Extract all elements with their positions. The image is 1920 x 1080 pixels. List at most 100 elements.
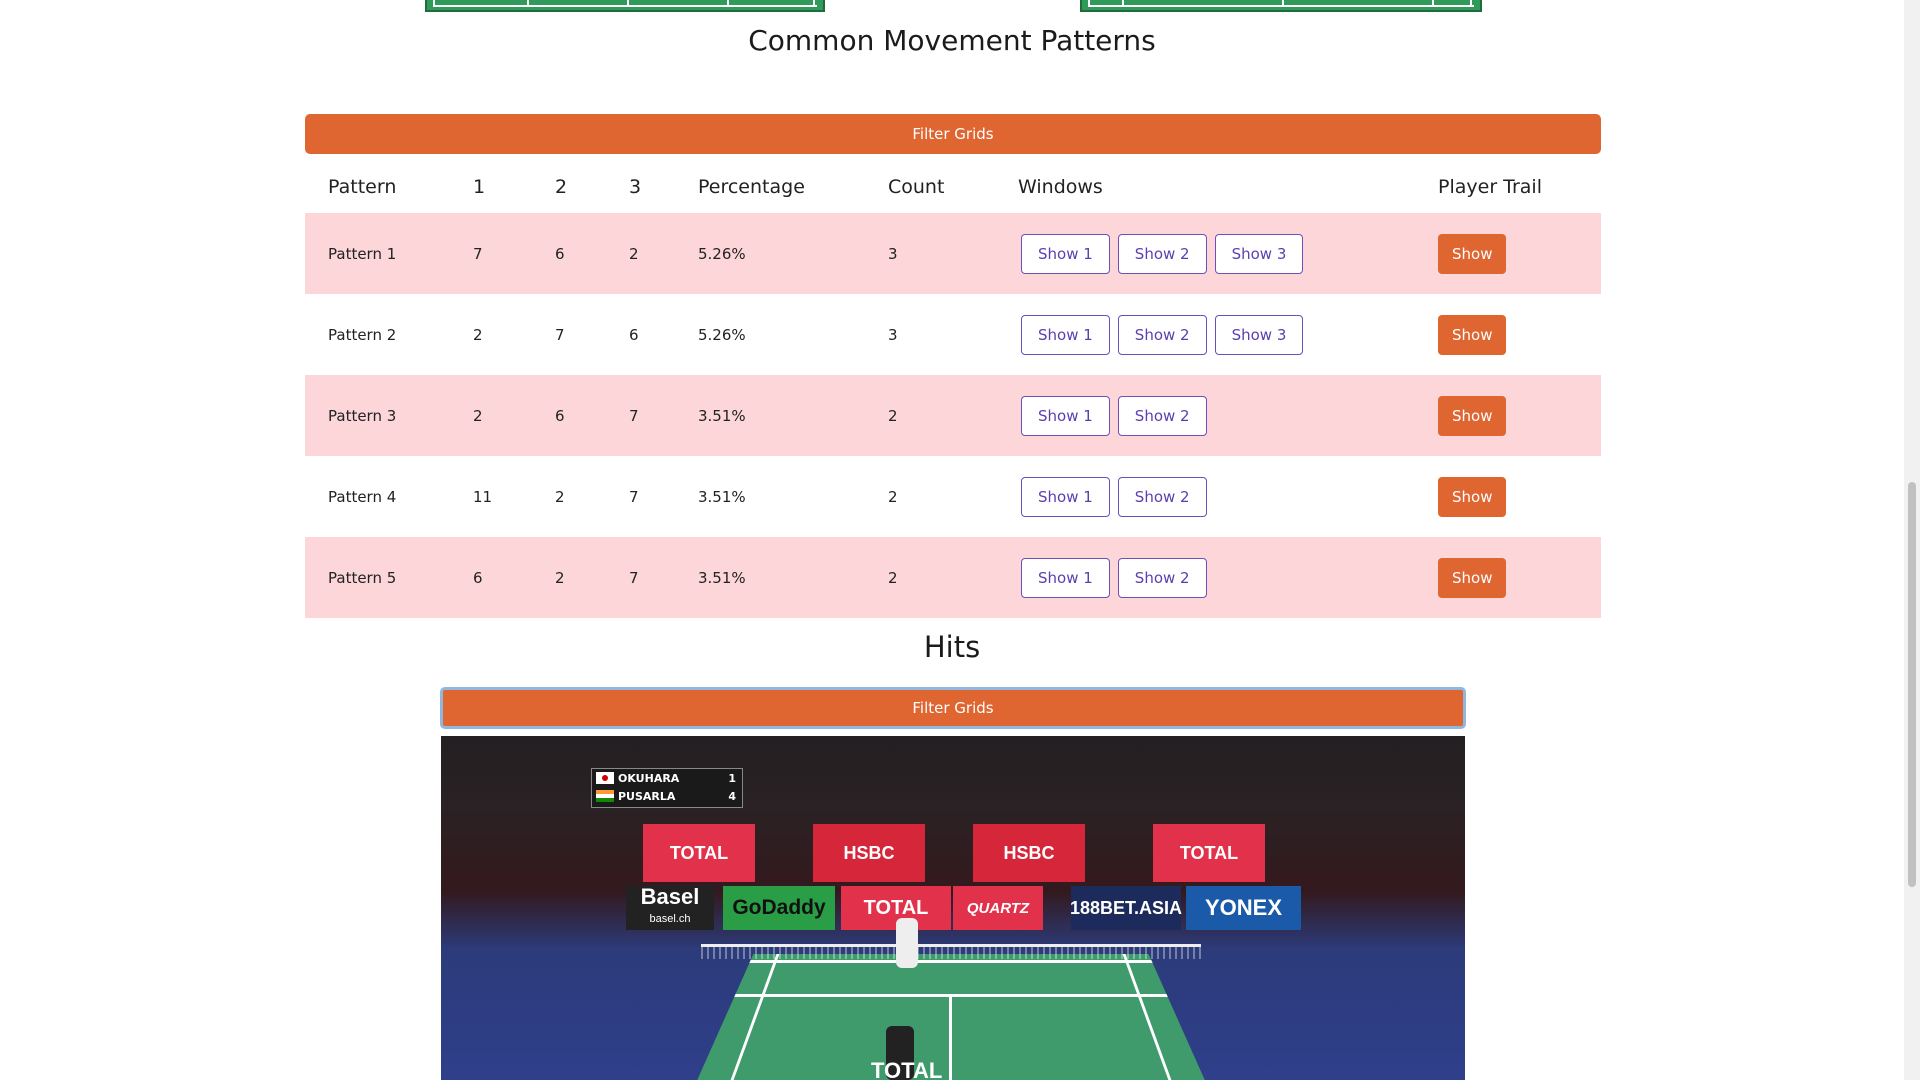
pattern-zone-1-cell: 7 <box>473 213 555 294</box>
pattern-zone-2-cell: 2 <box>555 456 629 537</box>
player-trail-cell: Show <box>1438 537 1601 618</box>
ad-hsbc-board: HSBC <box>813 824 925 882</box>
header-count: Count <box>888 175 945 198</box>
scoreboard-row-1: OKUHARA 1 <box>592 769 742 787</box>
count-cell: 2 <box>888 375 1018 456</box>
match-video[interactable]: OKUHARA 1 PUSARLA 4 TOTAL HSBC HSBC TOTA… <box>441 736 1465 1080</box>
court-grid-right <box>1080 0 1482 12</box>
hits-section-title: Hits <box>923 630 981 664</box>
show-player-trail-button[interactable]: Show <box>1438 395 1507 436</box>
count-cell: 2 <box>888 456 1018 537</box>
header-percentage: Percentage <box>698 175 805 198</box>
show-window-3-button[interactable]: Show 3 <box>1214 233 1304 274</box>
patterns-section-title: Common Movement Patterns <box>748 24 1156 57</box>
pattern-name-cell: Pattern 5 <box>305 537 473 618</box>
court-floor-total-logo: TOTAL <box>871 1058 943 1080</box>
ad-basel-text: Basel <box>640 884 700 909</box>
show-window-2-button[interactable]: Show 2 <box>1117 314 1207 355</box>
windows-cell: Show 1 Show 2 Show 3 <box>1018 294 1438 375</box>
windows-cell: Show 1 Show 2 <box>1018 375 1438 456</box>
show-window-1-button[interactable]: Show 1 <box>1021 395 1110 436</box>
player-trail-cell: Show <box>1438 375 1601 456</box>
percentage-cell: 5.26% <box>698 213 888 294</box>
show-window-1-button[interactable]: Show 1 <box>1021 314 1110 355</box>
pattern-zone-3-cell: 7 <box>629 537 698 618</box>
badminton-net <box>701 944 1201 959</box>
ad-quartz-strip: QUARTZ <box>953 886 1043 930</box>
pattern-zone-3-cell: 7 <box>629 456 698 537</box>
pattern-name-cell: Pattern 3 <box>305 375 473 456</box>
show-window-2-button[interactable]: Show 2 <box>1117 233 1207 274</box>
filter-grids-button[interactable]: Filter Grids <box>305 114 1601 154</box>
table-row: Pattern 2 2 7 6 5.26% 3 Show 1 Show 2 Show 3 Show <box>305 294 1601 375</box>
show-player-trail-button[interactable]: Show <box>1438 314 1507 355</box>
japan-flag-icon <box>596 772 614 784</box>
count-cell: 2 <box>888 537 1018 618</box>
header-player-trail: Player Trail <box>1438 175 1542 198</box>
header-pattern: Pattern <box>328 175 397 198</box>
pattern-zone-3-cell: 2 <box>629 213 698 294</box>
pattern-name-cell: Pattern 4 <box>305 456 473 537</box>
player-name: PUSARLA <box>618 789 676 803</box>
show-window-2-button[interactable]: Show 2 <box>1117 476 1207 517</box>
show-window-3-button[interactable]: Show 3 <box>1214 314 1304 355</box>
show-player-trail-button[interactable]: Show <box>1438 476 1507 517</box>
show-window-1-button[interactable]: Show 1 <box>1021 476 1110 517</box>
show-window-2-button[interactable]: Show 2 <box>1117 395 1207 436</box>
header-1: 1 <box>473 175 486 198</box>
table-row: Pattern 4 11 2 7 3.51% 2 Show 1 Show 2 Show <box>305 456 1601 537</box>
ad-total-board: TOTAL <box>1153 824 1265 882</box>
count-cell: 3 <box>888 213 1018 294</box>
table-row: Pattern 1 7 6 2 5.26% 3 Show 1 Show 2 Show 3 Show <box>305 213 1601 294</box>
show-player-trail-button[interactable]: Show <box>1438 557 1507 598</box>
pattern-zone-3-cell: 7 <box>629 375 698 456</box>
header-3: 3 <box>629 175 642 198</box>
pattern-name-cell: Pattern 2 <box>305 294 473 375</box>
windows-cell: Show 1 Show 2 Show 3 <box>1018 213 1438 294</box>
pattern-zone-2-cell: 2 <box>555 537 629 618</box>
ad-hsbc-board: HSBC <box>973 824 1085 882</box>
hits-filter-grids-button[interactable]: Filter Grids <box>440 687 1466 729</box>
show-window-1-button[interactable]: Show 1 <box>1021 557 1110 598</box>
show-player-trail-button[interactable]: Show <box>1438 233 1507 274</box>
percentage-cell: 3.51% <box>698 537 888 618</box>
table-row: Pattern 5 6 2 7 3.51% 2 Show 1 Show 2 Show <box>305 537 1601 618</box>
ad-total-board: TOTAL <box>643 824 755 882</box>
badminton-court <box>691 954 1211 1080</box>
player-far <box>896 918 918 968</box>
ad-188bet-board: 188BET.ASIA <box>1070 886 1182 930</box>
table-row: Pattern 3 2 6 7 3.51% 2 Show 1 Show 2 Show <box>305 375 1601 456</box>
ad-basel-board: Basel basel.ch <box>626 886 714 930</box>
player-trail-cell: Show <box>1438 294 1601 375</box>
scoreboard: OKUHARA 1 PUSARLA 4 <box>591 768 743 808</box>
percentage-cell: 3.51% <box>698 456 888 537</box>
patterns-table: Pattern 1 2 3 Percentage Count Windows P… <box>305 160 1601 618</box>
count-cell: 3 <box>888 294 1018 375</box>
player-score: 4 <box>728 789 736 803</box>
windows-cell: Show 1 Show 2 <box>1018 537 1438 618</box>
show-window-2-button[interactable]: Show 2 <box>1117 557 1207 598</box>
header-2: 2 <box>555 175 568 198</box>
pattern-zone-2-cell: 7 <box>555 294 629 375</box>
pattern-zone-1-cell: 6 <box>473 537 555 618</box>
pattern-zone-2-cell: 6 <box>555 213 629 294</box>
player-trail-cell: Show <box>1438 213 1601 294</box>
windows-cell: Show 1 Show 2 <box>1018 456 1438 537</box>
percentage-cell: 5.26% <box>698 294 888 375</box>
header-windows: Windows <box>1018 175 1103 198</box>
table-header-row: Pattern 1 2 3 Percentage Count Windows P… <box>305 160 1601 213</box>
pattern-name-cell: Pattern 1 <box>305 213 473 294</box>
pattern-zone-1-cell: 2 <box>473 375 555 456</box>
india-flag-icon <box>596 790 614 802</box>
pattern-zone-1-cell: 11 <box>473 456 555 537</box>
player-name: OKUHARA <box>618 771 680 785</box>
show-window-1-button[interactable]: Show 1 <box>1021 233 1110 274</box>
scrollbar-thumb[interactable] <box>1908 482 1916 887</box>
ad-basel-sub: basel.ch <box>649 913 691 925</box>
pattern-zone-1-cell: 2 <box>473 294 555 375</box>
pattern-zone-3-cell: 6 <box>629 294 698 375</box>
page-scrollbar[interactable] <box>1904 0 1920 1080</box>
court-grid-left <box>425 0 825 12</box>
scoreboard-row-2: PUSARLA 4 <box>592 787 742 805</box>
player-score: 1 <box>728 771 736 785</box>
